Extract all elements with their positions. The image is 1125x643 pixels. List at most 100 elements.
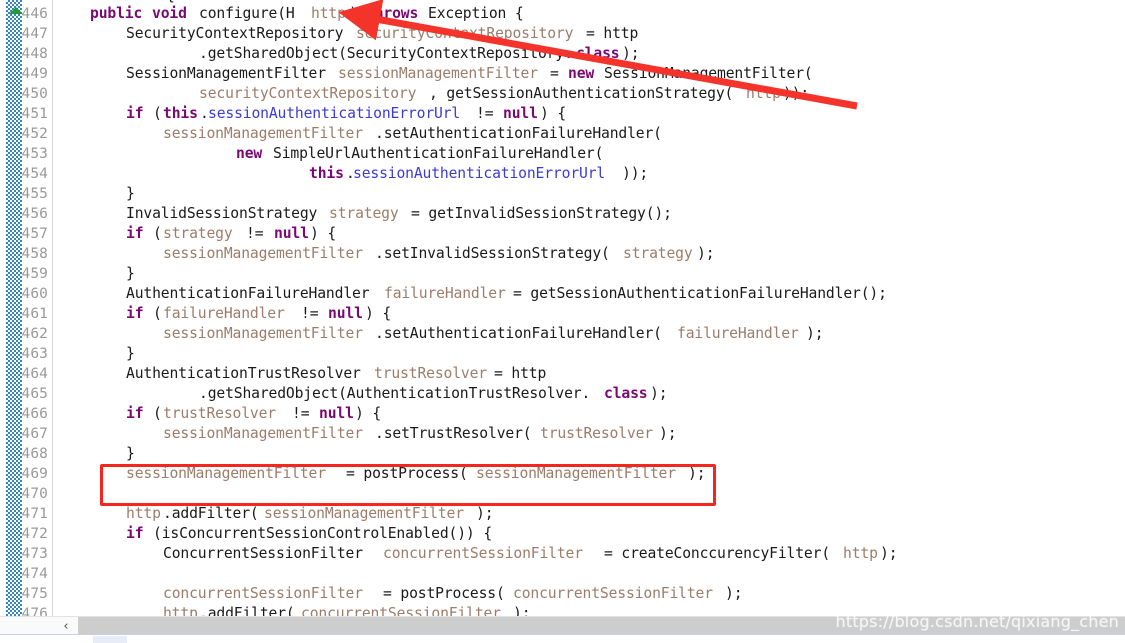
code-token: failureHandler: [163, 305, 285, 322]
code-token: sessionManagementFilter: [126, 465, 326, 482]
code-token: concurrentSessionFilter: [163, 585, 363, 602]
code-token: securityContextRepository: [199, 85, 417, 102]
code-token: sessionManagementFilter: [163, 325, 363, 342]
code-token: http: [163, 605, 198, 616]
line-number-gutter: 446 447 448 449 450 451 452 453 454 455 456 457 458 4…: [0, 0, 52, 616]
code-token: Exception {: [428, 5, 524, 22]
code-token: if: [126, 405, 144, 422]
code-token: );: [476, 505, 494, 522]
line-number: 447: [21, 26, 48, 42]
line-number: 460: [21, 286, 48, 302]
code-token: = createConccurencyFilter(: [604, 545, 831, 562]
code-token: sessionManagementFilter: [163, 425, 363, 442]
line-number: 476: [21, 606, 48, 616]
code-token: }: [126, 265, 135, 282]
code-token: this: [163, 105, 198, 122]
code-token: );: [650, 385, 668, 402]
code-token: class: [576, 45, 620, 62]
code-token: );: [688, 465, 706, 482]
code-token: );: [806, 325, 824, 342]
code-token: null: [328, 305, 363, 322]
line-number: 474: [21, 566, 48, 582]
code-token: !=: [292, 405, 310, 422]
code-token: = http: [494, 365, 547, 382]
line-number: 456: [21, 206, 48, 222]
code-token: SecurityContextRepository: [126, 25, 344, 42]
line-number: 473: [21, 546, 48, 562]
line-number: 469: [21, 466, 48, 482]
code-token: failureHandler: [384, 285, 506, 302]
code-token: ));: [783, 85, 810, 102]
line-number: 457: [21, 226, 48, 242]
line-number: 463: [21, 346, 48, 362]
code-token: throws: [366, 5, 419, 22]
code-token: new: [236, 145, 263, 162]
bottom-strip: [0, 634, 1125, 643]
line-number: 448: [21, 46, 48, 62]
code-token: concurrentSessionFilter: [383, 545, 583, 562]
code-token: http: [311, 5, 346, 22]
code-token: concurrentSessionFilter: [301, 605, 501, 616]
code-token: sessionManagementFilter: [264, 505, 464, 522]
code-token: strategy: [163, 225, 233, 242]
line-number: 453: [21, 146, 48, 162]
code-token: sessionManagementFilter: [338, 65, 538, 82]
scrollbar-corner: [0, 617, 54, 635]
code-token: concurrentSessionFilter: [513, 585, 713, 602]
code-token: !=: [246, 225, 264, 242]
scroll-left-button[interactable]: ‹: [54, 617, 78, 635]
code-token: AuthenticationTrustResolver: [126, 365, 361, 382]
code-token: ) {: [355, 405, 382, 422]
line-number: 470: [21, 486, 48, 502]
scrollbar-thumb[interactable]: [78, 617, 1125, 635]
line-number: 471: [21, 506, 48, 522]
code-token: = postProcess(: [346, 465, 468, 482]
code-token: = getInvalidSessionStrategy();: [411, 205, 672, 222]
code-token: .addFilter(: [163, 505, 259, 522]
line-number: 446: [21, 6, 48, 22]
horizontal-scrollbar[interactable]: ‹: [0, 616, 1125, 635]
code-token: }: [126, 345, 135, 362]
line-number: 455: [21, 186, 48, 202]
code-token: strategy: [623, 245, 693, 262]
code-token: );: [513, 605, 531, 616]
code-token: SessionManagementFilter: [126, 65, 326, 82]
code-token: trustResolver: [374, 365, 488, 382]
code-token: ) {: [365, 305, 392, 322]
code-token: (: [153, 405, 162, 422]
code-token: ConcurrentSessionFilter: [163, 545, 363, 562]
gutter-separator: [52, 0, 53, 616]
code-token: (: [153, 225, 162, 242]
line-number: 458: [21, 246, 48, 262]
code-token: ) {: [540, 105, 567, 122]
code-token: sessionAuthenticationErrorUrl: [208, 105, 461, 122]
line-number: 462: [21, 326, 48, 342]
code-token: }: [126, 445, 135, 462]
code-token: InvalidSessionStrategy: [126, 205, 318, 222]
line-number: 461: [21, 306, 48, 322]
code-token: class: [604, 385, 648, 402]
code-token: SessionManagementFilter(: [604, 65, 813, 82]
code-token: sessionManagementFilter: [163, 245, 363, 262]
code-token: ) {: [310, 225, 337, 242]
line-number: 449: [21, 66, 48, 82]
code-token: );: [659, 425, 677, 442]
code-token: if: [126, 305, 144, 322]
code-area[interactable]: {publicvoidconfigure(H http)throwsExcept…: [56, 0, 1125, 616]
code-token: .addFilter(: [199, 605, 295, 616]
code-token: http: [746, 85, 781, 102]
code-token: securityContextRepository: [356, 25, 574, 42]
code-token: public: [90, 5, 143, 22]
code-token: sessionManagementFilter: [163, 125, 363, 142]
line-number: 472: [21, 526, 48, 542]
code-token: null: [319, 405, 354, 422]
line-number: 465: [21, 386, 48, 402]
code-token: );: [725, 585, 743, 602]
code-token: trustResolver: [540, 425, 654, 442]
code-token: AuthenticationFailureHandler: [126, 285, 370, 302]
code-token: http: [126, 505, 161, 522]
code-token: );: [697, 245, 715, 262]
code-editor[interactable]: 446 447 448 449 450 451 452 453 454 455 456 457 458 4…: [0, 0, 1125, 616]
code-token: .getSharedObject(AuthenticationTrustReso…: [199, 385, 591, 402]
code-token: sessionManagementFilter: [476, 465, 676, 482]
